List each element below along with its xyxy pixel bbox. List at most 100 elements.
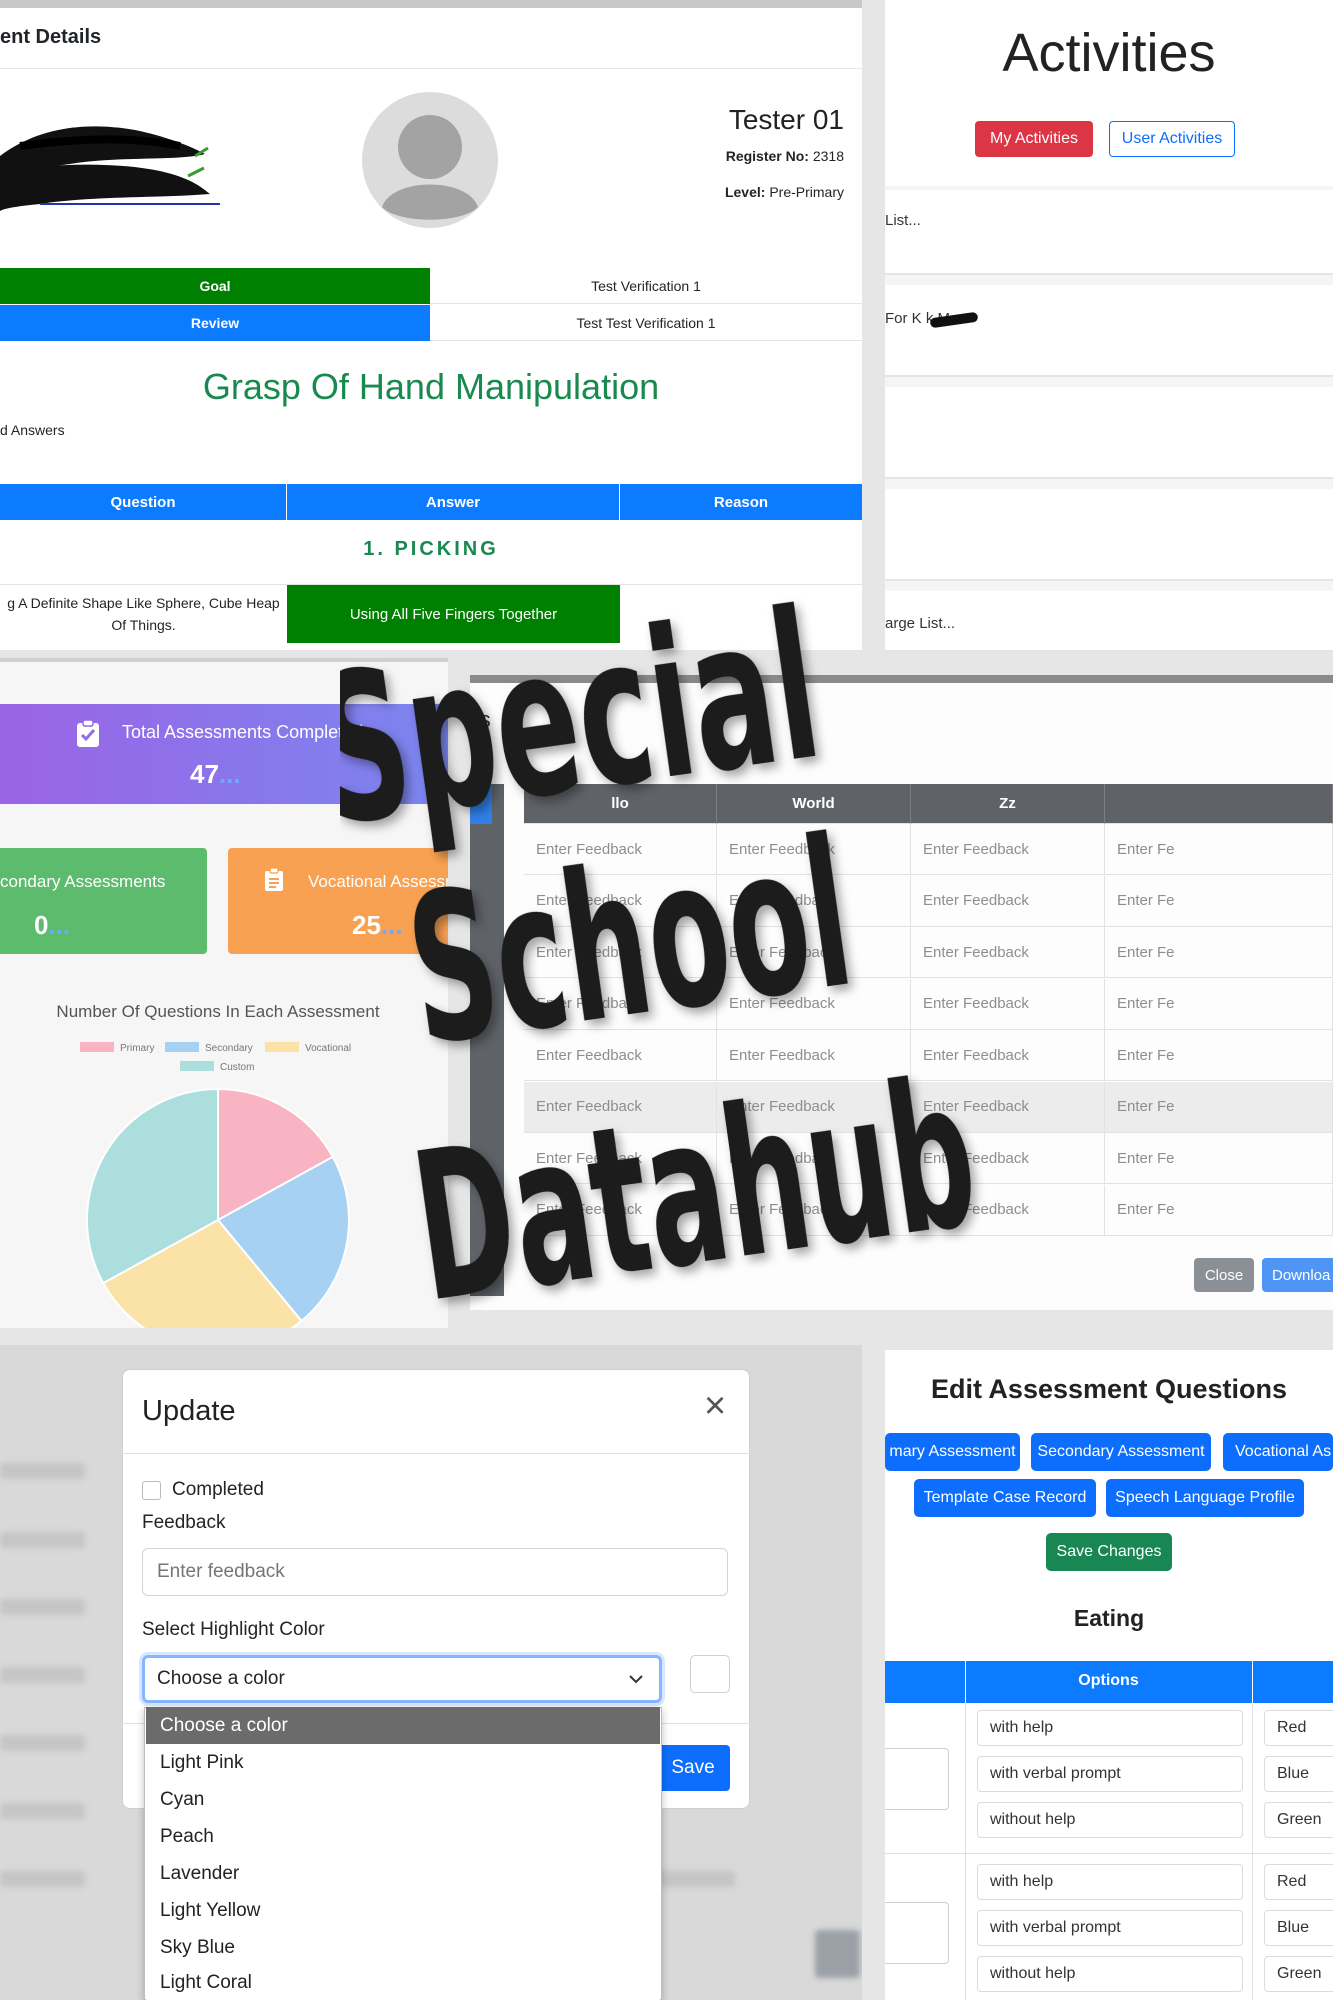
feedback-input[interactable]: Enter Fe [1105, 1133, 1333, 1184]
feedback-input[interactable]: Enter Fe [1105, 927, 1333, 978]
option-input[interactable]: without help [977, 1956, 1243, 1992]
feedback-input[interactable]: Enter Feedback [717, 978, 911, 1030]
feedback-input[interactable]: Enter Feedback [524, 1030, 717, 1081]
dropdown-option[interactable]: Light Pink [146, 1744, 660, 1781]
color-input[interactable]: Red [1264, 1710, 1333, 1746]
level-value: Pre-Primary [769, 184, 844, 200]
color-input[interactable]: Blue [1264, 1910, 1333, 1946]
feedback-input[interactable]: Enter Fe [1105, 1030, 1333, 1081]
feedback-input[interactable]: Enter Feedback [717, 824, 911, 875]
feedback-input[interactable]: Enter Feedback [524, 1133, 717, 1184]
divider [965, 1703, 966, 2000]
vocational-assessment-button[interactable]: Vocational As [1223, 1433, 1333, 1471]
secondary-assessments-card [0, 848, 207, 954]
activity-card-text: List... [885, 212, 921, 229]
question-textarea[interactable] [885, 1748, 949, 1810]
feedback-input[interactable]: Enter Feedback [911, 978, 1105, 1030]
download-button[interactable]: Downloa [1262, 1258, 1333, 1292]
divider [1252, 1703, 1253, 2000]
legend-swatch [265, 1042, 299, 1052]
feedback-input[interactable]: Enter Fe [1105, 1081, 1333, 1133]
option-input[interactable]: with verbal prompt [977, 1910, 1243, 1946]
activity-card[interactable] [885, 489, 1333, 581]
secondary-assessment-button[interactable]: Secondary Assessment [1031, 1433, 1211, 1471]
dropdown-option[interactable]: Cyan [146, 1781, 660, 1818]
feedback-input[interactable]: Enter Feedback [717, 927, 911, 978]
option-input[interactable]: without help [977, 1802, 1243, 1838]
completed-checkbox[interactable] [142, 1481, 161, 1500]
user-activities-button[interactable]: User Activities [1109, 121, 1235, 157]
template-case-record-button[interactable]: Template Case Record [914, 1479, 1096, 1517]
feedback-input[interactable]: Enter Feedback [524, 1184, 717, 1236]
color-input[interactable]: Green [1264, 1956, 1333, 1992]
feedback-input[interactable]: Enter Fe [1105, 875, 1333, 927]
close-icon[interactable]: × [704, 1387, 726, 1425]
dropdown-option[interactable]: Choose a color [146, 1707, 660, 1744]
activity-card[interactable] [885, 387, 1333, 479]
register-number: Register No: 2318 [726, 148, 844, 164]
activity-card[interactable]: List... [885, 190, 1333, 275]
divider [0, 68, 862, 69]
column-header: World [717, 784, 911, 824]
feedback-input[interactable]: Enter Feedback [717, 1081, 911, 1133]
option-input[interactable]: with help [977, 1710, 1243, 1746]
dropdown-option[interactable]: Peach [146, 1818, 660, 1855]
review-value: Test Test Verification 1 [430, 305, 862, 341]
column-answer: Answer [287, 484, 620, 520]
loading-dots: ... [48, 910, 71, 940]
save-button[interactable]: Save [656, 1745, 730, 1791]
goal-value: Test Verification 1 [430, 268, 862, 304]
feedback-input[interactable]: Enter Fe [1105, 978, 1333, 1030]
feedback-input[interactable]: Enter Feedback [911, 1133, 1105, 1184]
section-title: 1. PICKING [363, 538, 499, 560]
dropdown-option[interactable]: Sky Blue [146, 1929, 660, 1966]
color-select[interactable]: Choose a color [142, 1655, 662, 1703]
dropdown-option[interactable]: Light Coral [146, 1966, 660, 2000]
feedback-input[interactable]: Enter Feedback [717, 1133, 911, 1184]
feedback-input[interactable]: Enter Fe [1105, 824, 1333, 875]
feedback-input[interactable]: Enter Feedback [524, 875, 717, 927]
feedback-input[interactable]: Enter Feedback [717, 875, 911, 927]
background-text [0, 1667, 85, 1683]
save-changes-button[interactable]: Save Changes [1046, 1533, 1172, 1571]
feedback-input[interactable]: Enter Feedback [911, 1030, 1105, 1081]
legend-label: Custom [220, 1062, 254, 1073]
feedback-input[interactable]: Enter Feedback [524, 824, 717, 875]
color-input[interactable]: Blue [1264, 1756, 1333, 1792]
dropdown-option[interactable]: Light Yellow [146, 1892, 660, 1929]
goal-label: Goal [0, 268, 430, 304]
feedback-input[interactable]: Enter Feedback [911, 875, 1105, 927]
feedback-input[interactable]: Enter Feedback [524, 978, 717, 1030]
activity-card[interactable]: arge List... [885, 591, 1333, 652]
feedback-input[interactable]: Enter Feedback [524, 927, 717, 978]
vocational-assessments-label: Vocational Assessments [308, 872, 448, 891]
register-label: Register No: [725, 148, 809, 164]
option-input[interactable]: with help [977, 1864, 1243, 1900]
background-button [815, 1930, 860, 1978]
my-activities-button[interactable]: My Activities [975, 121, 1093, 157]
pie-chart: Primary Secondary Vocational Custom [80, 1042, 351, 1328]
feedback-input[interactable] [142, 1548, 728, 1596]
feedback-input[interactable]: Enter Feedback [911, 1184, 1105, 1236]
feedback-input[interactable]: Enter Feedback [911, 927, 1105, 978]
feedback-input[interactable]: Enter Feedback [911, 1081, 1105, 1133]
color-input[interactable]: Red [1264, 1864, 1333, 1900]
edit-assessment-panel: Edit Assessment Questions mary Assessmen… [885, 1350, 1333, 2000]
feedback-input[interactable]: Enter Fe [1105, 1184, 1333, 1236]
feedback-input[interactable]: Enter Feedback [524, 1081, 717, 1133]
review-label: Review [0, 305, 430, 341]
feedback-input[interactable]: Enter Feedback [717, 1184, 911, 1236]
question-textarea[interactable] [885, 1902, 949, 1964]
feedback-input[interactable]: Enter Feedback [911, 824, 1105, 875]
activity-card[interactable]: For K k M... [885, 285, 1333, 377]
option-input[interactable]: with verbal prompt [977, 1756, 1243, 1792]
color-input[interactable]: Green [1264, 1802, 1333, 1838]
primary-assessment-button[interactable]: mary Assessment [885, 1433, 1020, 1471]
feedback-input[interactable]: Enter Feedback [717, 1030, 911, 1081]
close-button[interactable]: Close [1194, 1258, 1254, 1292]
activities-title: Activities [1002, 23, 1216, 83]
dropdown-option[interactable]: Lavender [146, 1855, 660, 1892]
student-name: Tester 01 [728, 104, 844, 135]
speech-language-profile-button[interactable]: Speech Language Profile [1106, 1479, 1304, 1517]
level-label: Level: [724, 184, 766, 200]
